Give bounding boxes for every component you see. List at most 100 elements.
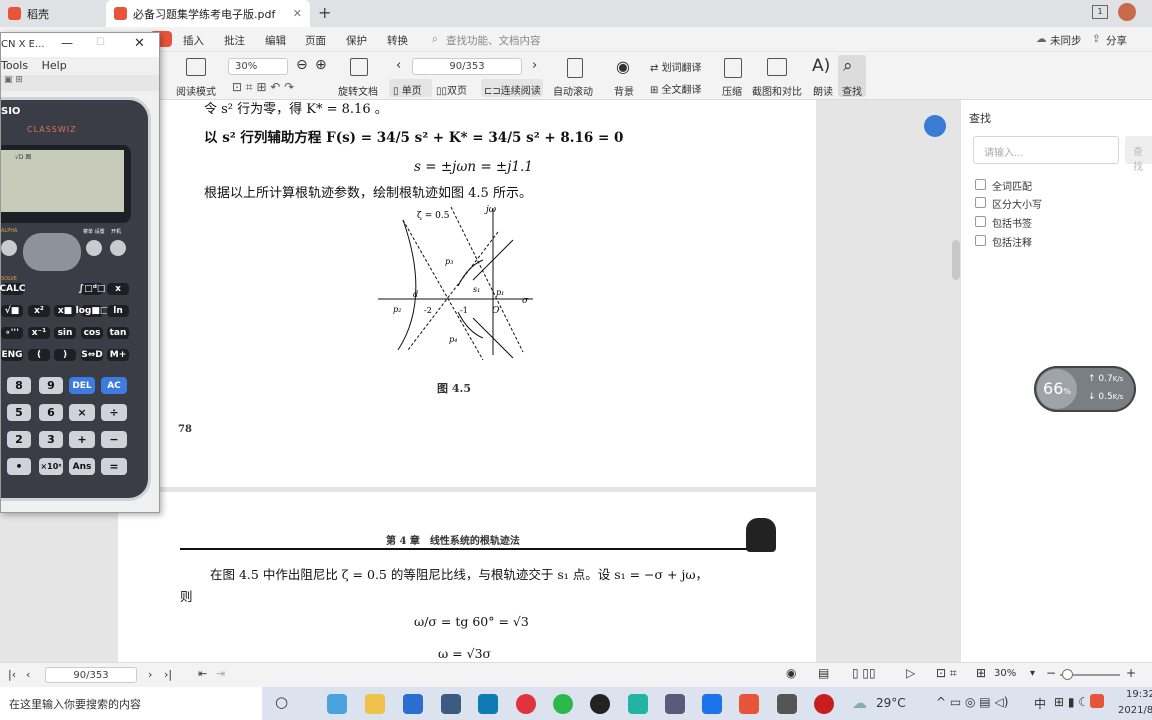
calculator-taskbar-icon[interactable] <box>441 694 461 714</box>
calc-key[interactable]: − <box>101 431 127 448</box>
calc-key[interactable]: 9 <box>39 377 63 394</box>
calc-key[interactable]: M+ <box>107 349 129 361</box>
single-page-button[interactable]: ▯ 单页 <box>393 82 422 97</box>
menu-protect[interactable]: 保护 <box>346 33 367 48</box>
calc-key[interactable]: • <box>7 458 31 475</box>
read-mode-button[interactable]: 阅读模式 <box>176 83 216 98</box>
calc-key[interactable]: 6 <box>39 404 63 421</box>
calc-key[interactable]: x² <box>28 305 50 317</box>
avatar[interactable] <box>1118 3 1136 21</box>
calc-alpha-key[interactable] <box>1 240 17 256</box>
forward-icon[interactable]: ⇥ <box>216 667 225 680</box>
calc-ac-key[interactable]: AC <box>101 377 127 394</box>
rotate-button[interactable]: 旋转文档 <box>338 83 378 98</box>
zoom-in-icon[interactable]: + <box>1126 666 1136 680</box>
calc-key[interactable]: ×10ˣ <box>39 458 63 475</box>
last-page-icon[interactable]: ›| <box>164 668 172 681</box>
app-icon[interactable] <box>702 694 722 714</box>
menu-tools[interactable]: Tools <box>1 59 28 72</box>
prev-page-icon[interactable]: ‹ <box>396 58 401 73</box>
window-restore-button[interactable]: 1 <box>1092 5 1108 19</box>
menu-edit[interactable]: 编辑 <box>265 33 286 48</box>
calculator-window[interactable]: CN X E... — ☐ ✕ Tools Help ▣ ⊞ SIO CLASS… <box>0 32 160 513</box>
calc-key[interactable]: ÷ <box>101 404 127 421</box>
calc-del-key[interactable]: DEL <box>69 377 95 394</box>
taskbar-search[interactable]: 在这里输入你要搜索的内容 <box>0 687 262 720</box>
thumbnail-icon[interactable]: ⊞ <box>976 666 986 680</box>
zoom-slider-handle[interactable] <box>1062 669 1073 680</box>
calc-key[interactable]: × <box>69 404 95 421</box>
clock-time[interactable]: 19:32 <box>1126 689 1152 700</box>
app-icon[interactable] <box>814 694 834 714</box>
close-tab-icon[interactable]: ✕ <box>293 7 302 20</box>
calc-key[interactable]: ln <box>107 305 129 317</box>
prev-page-icon[interactable]: ‹ <box>26 668 30 681</box>
include-bookmarks-checkbox[interactable] <box>975 216 986 227</box>
clock-date[interactable]: 2021/8 <box>1118 705 1152 716</box>
menu-comment[interactable]: 批注 <box>224 33 245 48</box>
calc-key[interactable]: + <box>69 431 95 448</box>
close-icon[interactable]: ✕ <box>134 36 145 51</box>
netease-music-icon[interactable] <box>516 694 536 714</box>
calc-key[interactable]: ) <box>54 349 76 361</box>
calc-key[interactable]: Ans <box>69 458 95 475</box>
calc-on-key[interactable] <box>110 240 126 256</box>
wps-icon[interactable] <box>739 694 759 714</box>
net-speed-widget[interactable]: 66% ↑ 0.7K/s ↓ 0.5K/s <box>1034 366 1136 412</box>
layout-icon[interactable]: ▤ <box>818 666 829 680</box>
menu-help[interactable]: Help <box>42 59 67 72</box>
status-page-input[interactable]: 90/353 <box>45 667 137 683</box>
maximize-icon[interactable]: ☐ <box>96 37 105 48</box>
find-submit-button[interactable]: 查找 <box>1125 136 1152 173</box>
scrollbar-thumb[interactable] <box>952 240 960 280</box>
tray-icons[interactable]: ^ ▭ ◎ ▤ ◁) <box>936 695 1008 709</box>
calc-key[interactable]: √■ <box>1 305 23 317</box>
tab-docer[interactable]: 稻壳 <box>0 0 104 27</box>
share-button[interactable]: 分享 <box>1106 33 1127 48</box>
ime-indicator[interactable]: 中 <box>1034 695 1046 712</box>
fit-page-icons[interactable]: ⊡ ⌗ <box>936 666 957 681</box>
fit-icons[interactable]: ⊡ ⌗ ⊞ ↶ ↷ <box>232 80 294 95</box>
whole-word-checkbox[interactable] <box>975 179 986 190</box>
calc-key[interactable]: 2 <box>7 431 31 448</box>
tab-pdf[interactable]: 必备习题集学练考电子版.pdf ✕ <box>106 0 310 27</box>
calc-key[interactable]: ENG <box>1 349 23 361</box>
qq-icon[interactable] <box>590 694 610 714</box>
double-page-button[interactable]: ▯▯双页 <box>436 82 467 97</box>
app-icon[interactable] <box>628 694 648 714</box>
background-button[interactable]: 背景 <box>614 83 634 98</box>
calc-dpad[interactable] <box>23 233 81 271</box>
calc-key[interactable]: log■□ <box>76 305 108 317</box>
play-icon[interactable]: ▷ <box>906 666 915 680</box>
feature-search[interactable]: 查找功能、文档内容 <box>446 33 541 48</box>
calc-key[interactable]: 3 <box>39 431 63 448</box>
first-page-icon[interactable]: |‹ <box>8 668 16 681</box>
find-input[interactable]: 请输入... <box>973 136 1119 164</box>
zoom-in-icon[interactable]: ⊕ <box>315 57 327 73</box>
menu-page[interactable]: 页面 <box>305 33 326 48</box>
find-button[interactable]: 查找 <box>842 83 862 98</box>
wechat-icon[interactable] <box>553 694 573 714</box>
continuous-read-button[interactable]: ⊏⊐连续阅读 <box>484 82 541 97</box>
folder-icon[interactable] <box>365 694 385 714</box>
menu-insert[interactable]: 插入 <box>183 33 204 48</box>
calc-menu-key[interactable] <box>86 240 102 256</box>
calc-key[interactable]: x <box>107 283 129 295</box>
calc-key[interactable]: sin <box>54 327 76 339</box>
zoom-select[interactable]: 30% <box>228 58 288 75</box>
zoom-down-icon[interactable]: ▾ <box>1030 668 1035 679</box>
status-zoom[interactable]: 30% <box>994 668 1016 679</box>
back-icon[interactable]: ⇤ <box>198 667 207 680</box>
calc-key[interactable]: x⁻¹ <box>28 327 50 339</box>
store-icon[interactable] <box>478 694 498 714</box>
next-page-icon[interactable]: › <box>532 58 537 73</box>
sync-status[interactable]: 未同步 <box>1050 33 1082 48</box>
auto-scroll-button[interactable]: 自动滚动 <box>553 83 593 98</box>
calc-key[interactable]: ∘''' <box>1 327 23 339</box>
app-icon[interactable] <box>327 694 347 714</box>
weather-temp[interactable]: 29°C <box>876 696 906 710</box>
calc-key[interactable]: S⇔D <box>81 349 103 361</box>
calc-key[interactable]: x■ <box>54 305 76 317</box>
tray-icons[interactable]: ⊞ ▮ ☾ <box>1054 695 1089 709</box>
task-view-icon[interactable]: ○ <box>275 693 288 711</box>
